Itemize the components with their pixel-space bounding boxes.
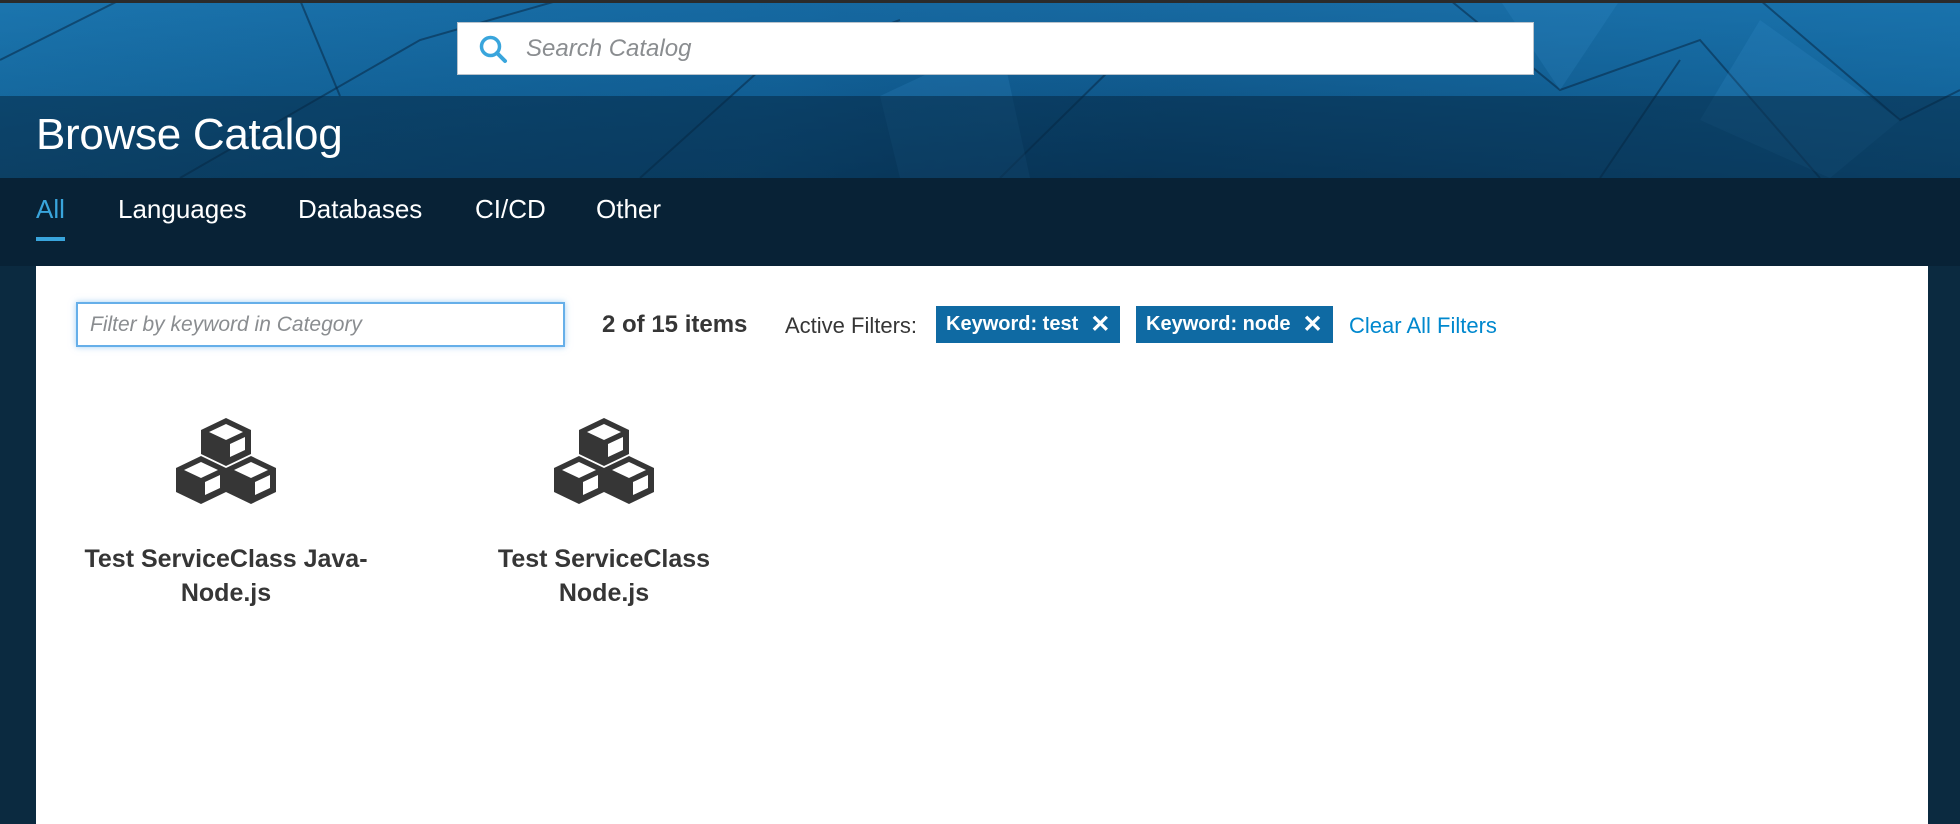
close-icon[interactable]: ✕ [1302, 312, 1322, 337]
filter-chip-keyword-test: Keyword: test ✕ [936, 306, 1121, 343]
catalog-item-title: Test ServiceClass Node.js [497, 545, 711, 607]
tab-all[interactable]: All [36, 194, 65, 241]
tab-other[interactable]: Other [596, 194, 661, 237]
catalog-item-title: Test ServiceClass Java-Node.js [84, 545, 368, 607]
cubes-icon [176, 418, 276, 504]
catalog-search[interactable] [457, 22, 1534, 75]
window-top-border [0, 0, 1960, 3]
catalog-panel: 2 of 15 items Active Filters: Keyword: t… [36, 266, 1928, 824]
catalog-item[interactable]: Test ServiceClass Java-Node.js [76, 416, 376, 610]
tab-languages[interactable]: Languages [118, 194, 247, 237]
search-icon [479, 35, 507, 63]
clear-all-filters-link[interactable]: Clear All Filters [1349, 313, 1497, 339]
search-input[interactable] [524, 33, 1508, 64]
result-count: 2 of 15 items [602, 311, 748, 338]
tab-databases[interactable]: Databases [298, 194, 422, 237]
keyword-filter-input[interactable] [76, 302, 565, 347]
page-title: Browse Catalog [36, 110, 343, 159]
catalog-item[interactable]: Test ServiceClass Node.js [454, 416, 754, 610]
close-icon[interactable]: ✕ [1090, 312, 1110, 337]
active-filters-label: Active Filters: [785, 313, 918, 338]
filter-chip-keyword-node: Keyword: node ✕ [1136, 306, 1333, 343]
filter-chip-label: Keyword: node [1146, 313, 1291, 335]
tab-cicd[interactable]: CI/CD [475, 194, 546, 237]
cubes-icon [554, 418, 654, 504]
category-tabs: All Languages Databases CI/CD Other [0, 178, 1960, 266]
filter-chip-label: Keyword: test [946, 313, 1079, 335]
